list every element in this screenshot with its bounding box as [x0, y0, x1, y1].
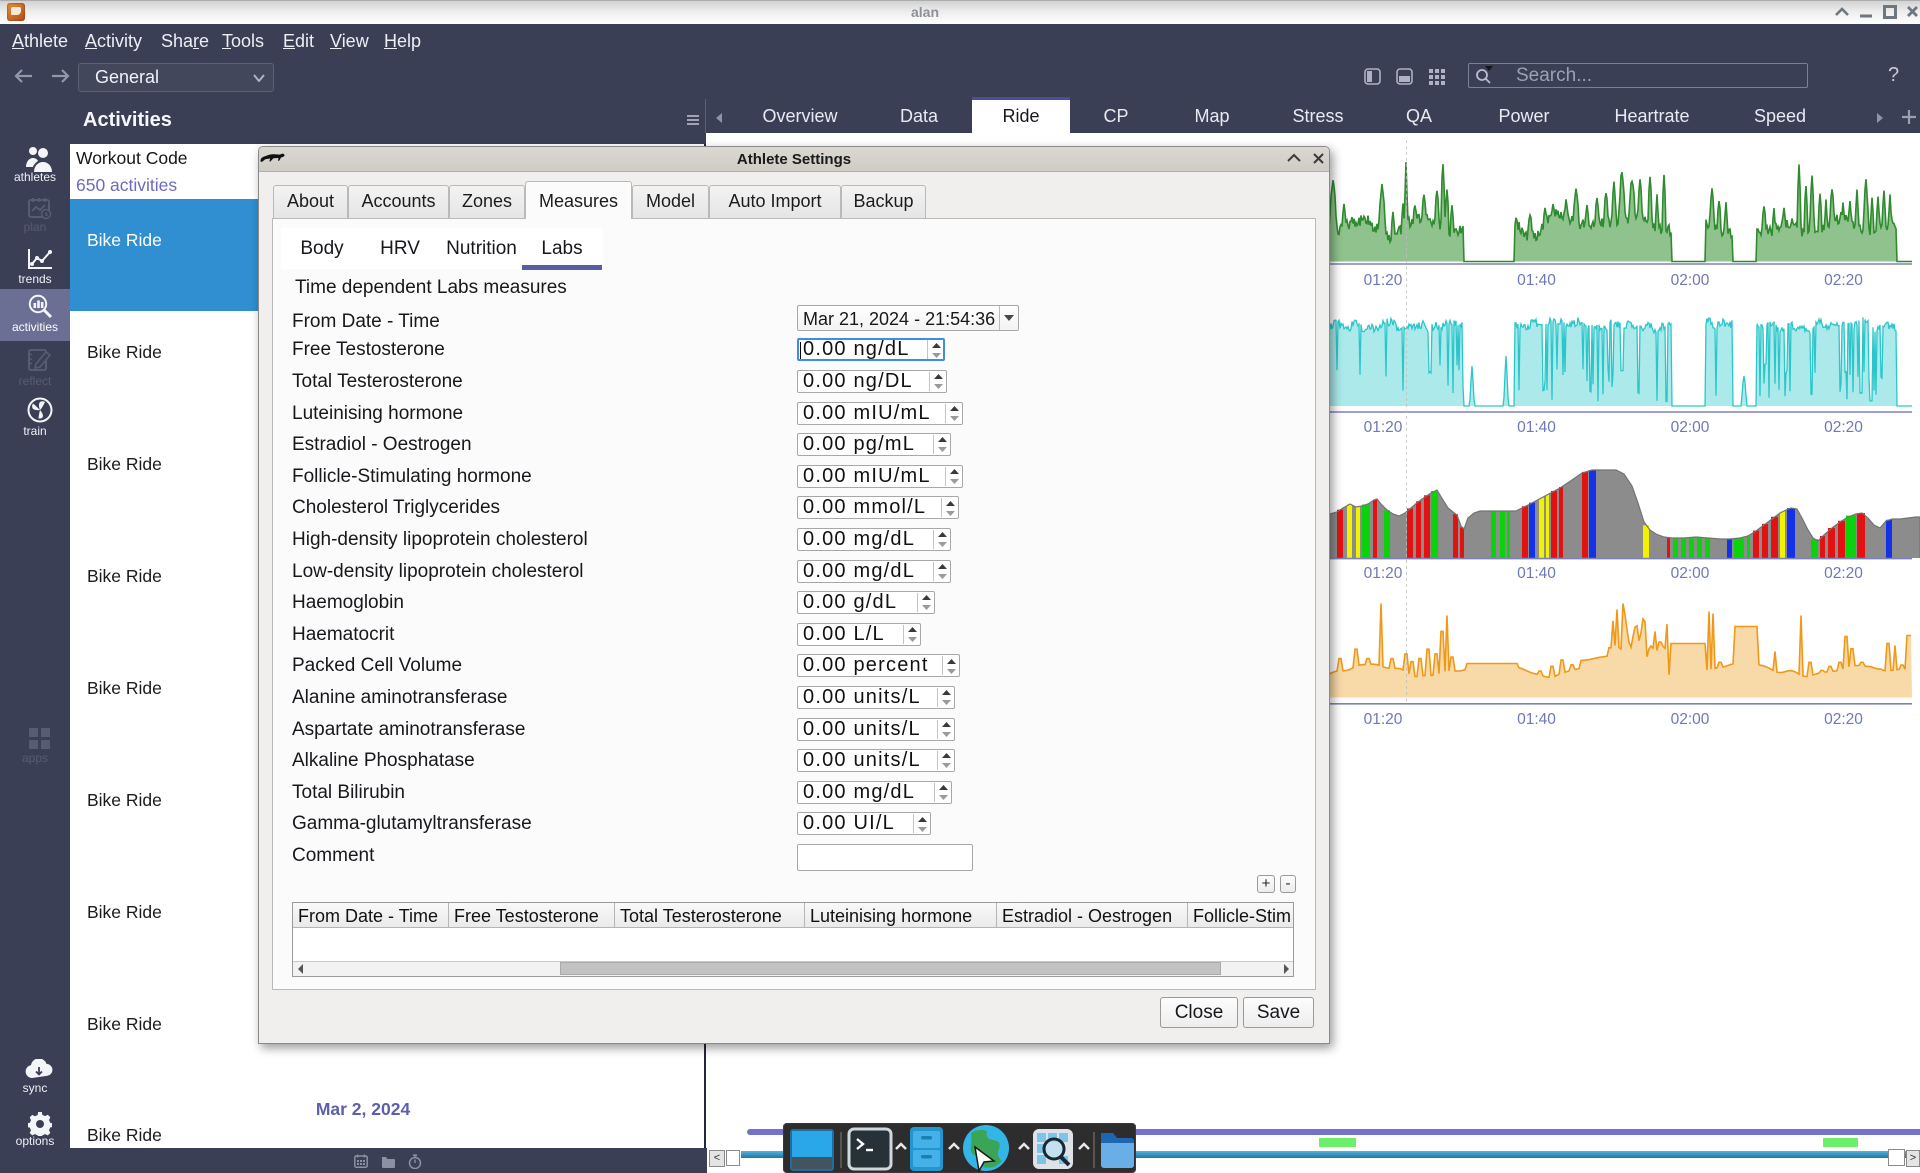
svg-text:01:40: 01:40: [1517, 565, 1556, 582]
svg-text:02:20: 02:20: [1824, 711, 1863, 728]
svg-text:02:00: 02:00: [1671, 419, 1710, 436]
svg-text:02:20: 02:20: [1824, 272, 1863, 289]
svg-text:01:20: 01:20: [1364, 565, 1403, 582]
svg-text:01:40: 01:40: [1517, 272, 1556, 289]
svg-text:01:20: 01:20: [1364, 419, 1403, 436]
svg-text:01:20: 01:20: [1364, 711, 1403, 728]
svg-text:02:00: 02:00: [1671, 711, 1710, 728]
svg-text:02:20: 02:20: [1824, 419, 1863, 436]
svg-text:01:40: 01:40: [1517, 419, 1556, 436]
svg-text:01:20: 01:20: [1364, 272, 1403, 289]
svg-text:02:20: 02:20: [1824, 565, 1863, 582]
svg-text:02:00: 02:00: [1671, 565, 1710, 582]
svg-text:02:00: 02:00: [1671, 272, 1710, 289]
svg-text:01:40: 01:40: [1517, 711, 1556, 728]
